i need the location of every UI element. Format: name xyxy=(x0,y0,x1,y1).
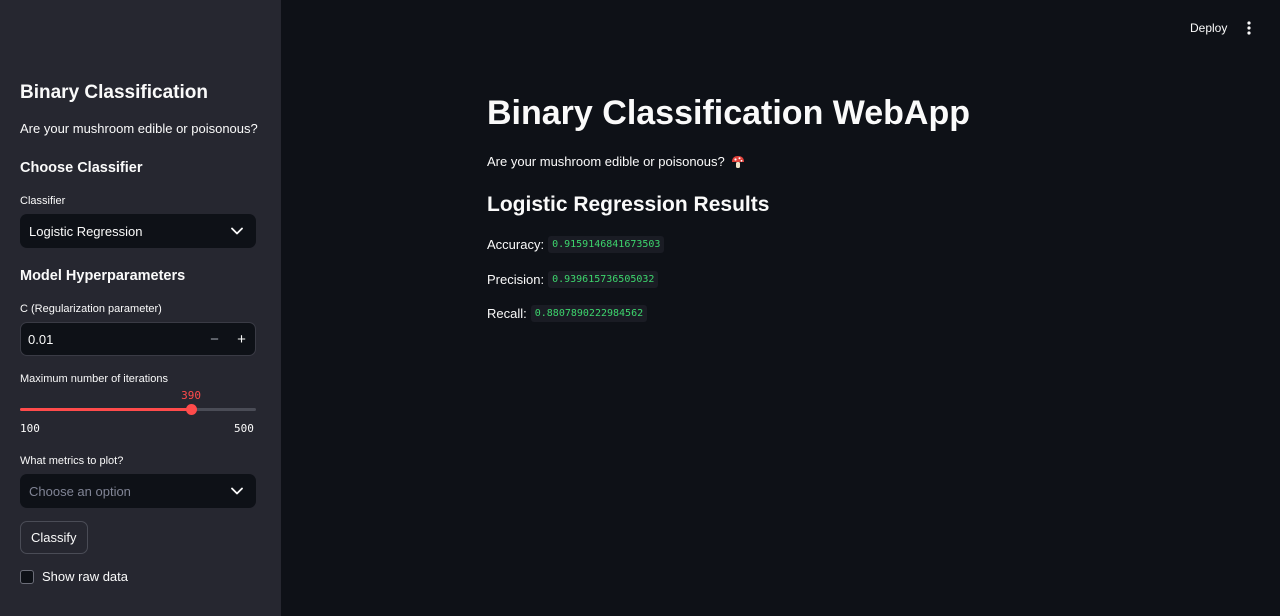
decrement-button[interactable]: − xyxy=(201,323,228,355)
classifier-select-value: Logistic Regression xyxy=(29,223,143,239)
metrics-multiselect[interactable]: Choose an option xyxy=(20,474,256,508)
slider-value-label: 390 xyxy=(181,389,202,402)
hyperparameters-heading: Model Hyperparameters xyxy=(20,268,186,284)
slider-max-label: 500 xyxy=(234,422,254,435)
accuracy-metric: Accuracy: 0.9159146841673503 xyxy=(487,236,665,253)
classify-button[interactable]: Classify xyxy=(20,521,88,554)
recall-label: Recall: xyxy=(487,306,527,321)
page-subtitle: Are your mushroom edible or poisonous? xyxy=(487,154,745,169)
metrics-label: What metrics to plot? xyxy=(20,455,124,467)
accuracy-label: Accuracy: xyxy=(487,237,545,252)
deploy-button[interactable]: Deploy xyxy=(1184,18,1233,38)
page-title: Binary Classification WebApp xyxy=(487,94,971,132)
slider-thumb[interactable] xyxy=(186,404,198,415)
sidebar-subtitle: Are your mushroom edible or poisonous? xyxy=(20,121,258,136)
show-raw-data-label: Show raw data xyxy=(42,569,128,584)
chevron-down-icon xyxy=(230,484,244,498)
vertical-dots-icon[interactable] xyxy=(1240,17,1258,39)
mushroom-icon xyxy=(731,155,745,169)
iterations-label: Maximum number of iterations xyxy=(20,373,168,385)
classifier-select[interactable]: Logistic Regression xyxy=(20,214,256,248)
results-heading: Logistic Regression Results xyxy=(487,193,770,216)
metrics-placeholder: Choose an option xyxy=(29,483,131,499)
accuracy-value: 0.9159146841673503 xyxy=(548,236,665,253)
recall-metric: Recall: 0.8807890222984562 xyxy=(487,305,648,322)
slider-fill xyxy=(20,408,192,411)
recall-value: 0.8807890222984562 xyxy=(530,305,648,322)
precision-value: 0.939615736505032 xyxy=(548,271,659,288)
classifier-label: Classifier xyxy=(20,195,66,207)
increment-button[interactable]: + xyxy=(228,323,255,355)
show-raw-data-checkbox-row[interactable]: Show raw data xyxy=(20,569,128,584)
chevron-down-icon xyxy=(230,224,244,238)
sidebar-title: Binary Classification xyxy=(20,82,208,103)
iterations-slider[interactable] xyxy=(20,404,256,415)
precision-label: Precision: xyxy=(487,272,545,287)
choose-classifier-heading: Choose Classifier xyxy=(20,160,143,176)
c-parameter-value[interactable]: 0.01 xyxy=(21,332,201,347)
sidebar: Binary Classification Are your mushroom … xyxy=(0,0,281,616)
page-subtitle-text: Are your mushroom edible or poisonous? xyxy=(487,154,725,169)
app-root: Binary Classification Are your mushroom … xyxy=(0,0,1280,616)
precision-metric: Precision: 0.939615736505032 xyxy=(487,271,659,288)
c-parameter-label: C (Regularization parameter) xyxy=(20,303,162,315)
c-parameter-input[interactable]: 0.01 − + xyxy=(20,322,256,356)
show-raw-data-checkbox[interactable] xyxy=(20,569,34,584)
slider-min-label: 100 xyxy=(20,422,40,435)
